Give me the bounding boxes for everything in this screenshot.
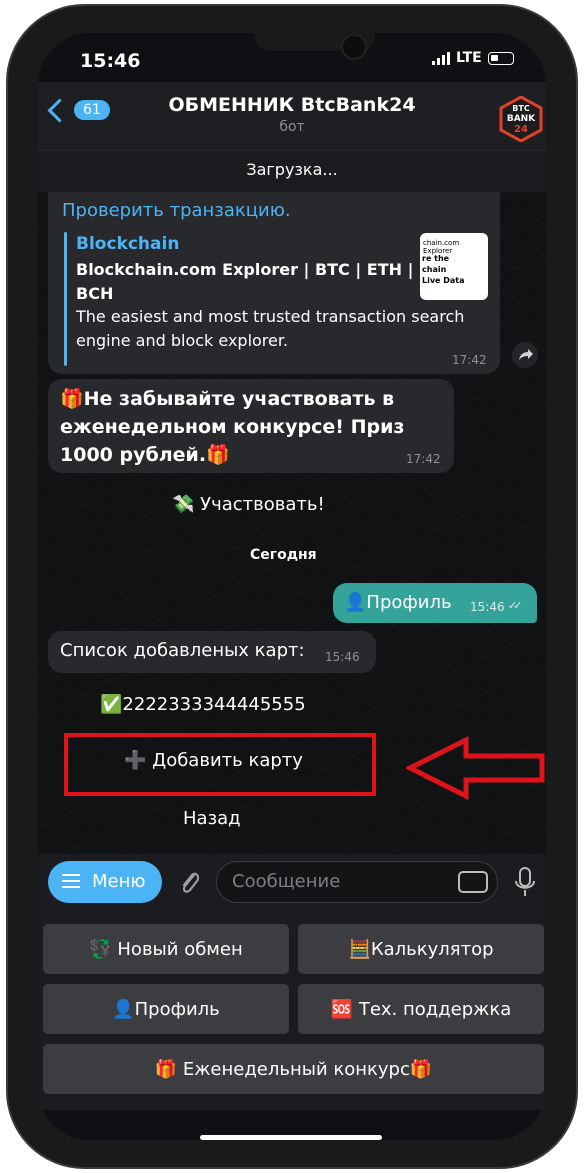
back-menu-button[interactable]: Назад	[183, 808, 241, 829]
battery-icon	[487, 51, 514, 65]
check-transaction-link[interactable]: Проверить транзакцию.	[62, 200, 291, 221]
hamburger-icon	[62, 874, 80, 892]
card-item-button[interactable]: ✅2222333344445555	[100, 694, 306, 715]
chat-subtitle: бот	[279, 119, 305, 135]
message-time: 17:42	[452, 353, 487, 367]
preview-accent-bar	[64, 232, 67, 366]
status-indicators: LTE	[432, 50, 514, 66]
menu-label: Меню	[92, 871, 146, 892]
microphone-icon[interactable]	[514, 866, 536, 898]
keyboard-icon[interactable]	[458, 871, 488, 893]
support-button[interactable]: 🆘 Тех. поддержка	[298, 984, 544, 1034]
preview-description: The easiest and most trusted transaction…	[76, 307, 465, 350]
network-label: LTE	[456, 50, 482, 66]
status-time: 15:46	[80, 50, 141, 72]
message-placeholder: Сообщение	[232, 871, 341, 892]
signal-icon	[432, 51, 450, 65]
participate-button[interactable]: 💸 Участвовать!	[172, 494, 325, 515]
share-icon[interactable]	[512, 342, 538, 368]
highlight-box	[64, 733, 376, 796]
message-time: 15:46	[325, 650, 360, 664]
message-time: 15:46	[470, 600, 505, 614]
preview-site-name: Blockchain	[76, 234, 180, 254]
cards-message: Список добавленых карт:	[60, 640, 305, 661]
avatar-text-bottom: 24	[514, 124, 528, 135]
home-indicator	[200, 1135, 382, 1140]
avatar-text-top: BTC	[512, 104, 530, 113]
contest-message: 🎁Не забывайте участвовать в еженедельном…	[60, 388, 405, 466]
read-ticks-icon: ✓✓	[508, 599, 523, 612]
camera-dot	[341, 34, 367, 60]
preview-title: Blockchain.com Explorer | BTC | ETH | BC…	[76, 260, 414, 303]
attach-icon[interactable]	[176, 866, 202, 898]
thumb-headline: re the chain Live Data	[422, 254, 465, 285]
message-time: 17:42	[406, 452, 441, 466]
bot-avatar[interactable]: BTC BANK 24	[498, 96, 544, 142]
avatar-text-mid: BANK	[507, 114, 536, 124]
outgoing-message: 👤Профиль	[344, 592, 452, 613]
date-chip: Сегодня	[250, 547, 317, 563]
arrow-left-icon	[406, 736, 545, 800]
chat-title[interactable]: ОБМЕННИК BtcBank24	[0, 94, 584, 116]
profile-button[interactable]: 👤Профиль	[43, 984, 289, 1034]
preview-thumbnail[interactable]: chain.com Explorer re the chain Live Dat…	[420, 233, 488, 300]
chat-header	[38, 82, 546, 150]
loading-bar: Загрузка...	[38, 150, 546, 193]
new-exchange-button[interactable]: 💱 Новый обмен	[43, 924, 289, 974]
contest-button[interactable]: 🎁 Еженедельный конкурс🎁	[43, 1044, 544, 1094]
calculator-button[interactable]: 🧮Калькулятор	[298, 924, 544, 974]
